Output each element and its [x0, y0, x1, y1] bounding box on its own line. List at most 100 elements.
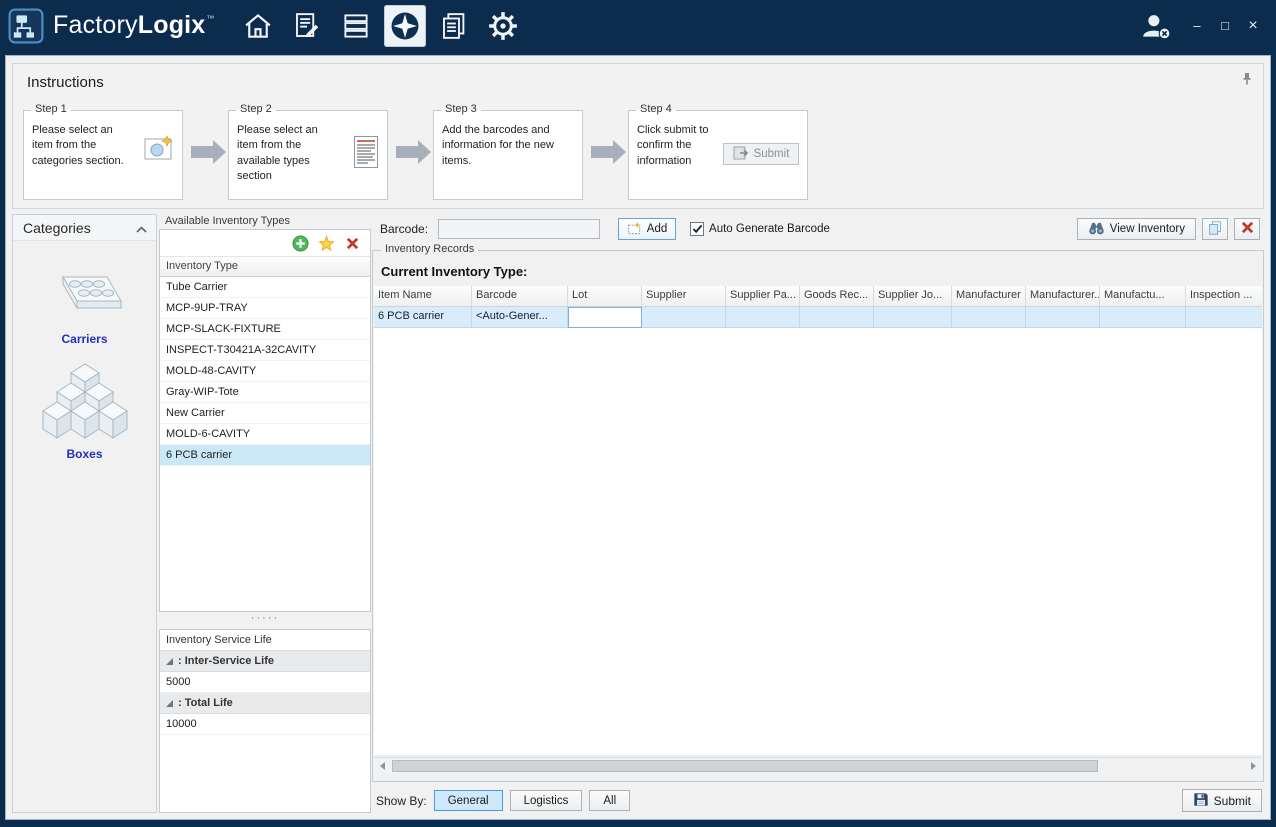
- copy-button[interactable]: [1202, 218, 1228, 240]
- types-toolbar: [160, 230, 370, 257]
- service-life-group-inter[interactable]: : Inter-Service Life: [160, 651, 370, 672]
- step-2-text: Please select an item from the available…: [237, 123, 331, 185]
- forms-icon[interactable]: [286, 5, 328, 47]
- records-grid: Item Name Barcode Lot Supplier Supplier …: [374, 286, 1262, 755]
- types-listbox: Inventory Type Tube Carrier MCP-9UP-TRAY…: [159, 229, 371, 612]
- column-header-lot[interactable]: Lot: [568, 286, 642, 306]
- category-carriers[interactable]: Carriers: [13, 267, 156, 346]
- cell-item-name[interactable]: 6 PCB carrier: [374, 307, 472, 328]
- scrollbar-thumb[interactable]: [392, 760, 1098, 772]
- close-button[interactable]: ×: [1240, 15, 1266, 37]
- service-life-total-value[interactable]: 10000: [160, 714, 370, 735]
- home-icon[interactable]: [237, 5, 279, 47]
- service-life-group-inter-label: : Inter-Service Life: [178, 655, 274, 667]
- pin-icon[interactable]: [1241, 72, 1253, 88]
- scroll-right-arrow-icon[interactable]: [1245, 758, 1262, 774]
- dispatch-compass-icon[interactable]: [384, 5, 426, 47]
- column-header-supplier-job[interactable]: Supplier Jo...: [874, 286, 952, 306]
- type-row[interactable]: MOLD-6-CAVITY: [160, 424, 370, 445]
- cell-inspection[interactable]: [1186, 307, 1262, 328]
- cell-manufacturer-2[interactable]: [1026, 307, 1100, 328]
- maximize-button[interactable]: □: [1212, 15, 1238, 37]
- horizontal-scrollbar[interactable]: [374, 757, 1262, 774]
- category-boxes[interactable]: Boxes: [13, 362, 156, 461]
- column-header-goods-received[interactable]: Goods Rec...: [800, 286, 874, 306]
- submit-button[interactable]: Submit: [1182, 789, 1262, 812]
- delete-record-button[interactable]: [1234, 218, 1260, 240]
- splitter-handle[interactable]: ·····: [159, 613, 371, 628]
- inventory-records-groupbox: Inventory Records Current Inventory Type…: [372, 250, 1264, 782]
- service-life-header[interactable]: Inventory Service Life: [160, 630, 370, 651]
- type-row[interactable]: Tube Carrier: [160, 277, 370, 298]
- type-row[interactable]: New Carrier: [160, 403, 370, 424]
- app-logo-icon: [8, 8, 44, 44]
- step-1-label: Step 1: [31, 103, 71, 115]
- type-row[interactable]: MOLD-48-CAVITY: [160, 361, 370, 382]
- service-life-group-total[interactable]: : Total Life: [160, 693, 370, 714]
- column-header-inspection[interactable]: Inspection ...: [1186, 286, 1262, 306]
- cell-supplier[interactable]: [642, 307, 726, 328]
- column-header-item-name[interactable]: Item Name: [374, 286, 472, 306]
- service-life-inter-value[interactable]: 5000: [160, 672, 370, 693]
- auto-generate-checkbox[interactable]: [690, 222, 704, 236]
- cell-supplier-job[interactable]: [874, 307, 952, 328]
- cell-goods-received[interactable]: [800, 307, 874, 328]
- cell-barcode[interactable]: <Auto-Gener...: [472, 307, 568, 328]
- collapse-chevron-icon[interactable]: [136, 220, 147, 236]
- boxes-stack-icon: [42, 362, 128, 443]
- show-by-all-button[interactable]: All: [589, 790, 630, 811]
- column-header-supplier[interactable]: Supplier: [642, 286, 726, 306]
- type-row[interactable]: INSPECT-T30421A-32CAVITY: [160, 340, 370, 361]
- inventory-stack-icon[interactable]: [335, 5, 377, 47]
- types-column-header[interactable]: Inventory Type: [160, 257, 370, 277]
- barcode-input[interactable]: [438, 219, 600, 239]
- titlebar: FactoryLogix™: [0, 0, 1276, 51]
- column-header-supplier-part[interactable]: Supplier Pa...: [726, 286, 800, 306]
- submit-label: Submit: [1214, 794, 1251, 808]
- type-row[interactable]: Gray-WIP-Tote: [160, 382, 370, 403]
- cell-lot[interactable]: [568, 307, 642, 328]
- cell-manufacturer[interactable]: [952, 307, 1026, 328]
- add-button[interactable]: Add: [618, 218, 676, 240]
- new-type-star-icon[interactable]: [317, 234, 335, 252]
- records-caption: Inventory Records: [381, 243, 478, 255]
- delete-type-icon[interactable]: [343, 234, 361, 252]
- record-row[interactable]: 6 PCB carrier <Auto-Gener...: [374, 307, 1262, 328]
- step-2-box: Step 2 Please select an item from the av…: [228, 110, 388, 200]
- column-header-manufactu[interactable]: Manufactu...: [1100, 286, 1186, 306]
- barcode-toolbar: Barcode: Add Auto Generate Barcode: [372, 214, 1264, 244]
- step-arrow-icon: [191, 146, 213, 158]
- step-3-label: Step 3: [441, 103, 481, 115]
- service-life-group-total-label: : Total Life: [178, 697, 233, 709]
- column-header-manufacturer[interactable]: Manufacturer: [952, 286, 1026, 306]
- inventory-types-panel: Available Inventory Types I: [159, 214, 372, 813]
- copy-pages-icon: [1207, 220, 1223, 239]
- step-1-box: Step 1 Please select an item from the ca…: [23, 110, 183, 200]
- show-by-logistics-button[interactable]: Logistics: [510, 790, 583, 811]
- type-row-selected[interactable]: 6 PCB carrier: [160, 445, 370, 466]
- type-row[interactable]: MCP-9UP-TRAY: [160, 298, 370, 319]
- user-status-icon[interactable]: [1140, 11, 1172, 41]
- settings-gear-icon[interactable]: [482, 5, 524, 47]
- cell-manufactu[interactable]: [1100, 307, 1186, 328]
- type-row[interactable]: MCP-SLACK-FIXTURE: [160, 319, 370, 340]
- app-title: FactoryLogix™: [53, 11, 215, 40]
- column-header-manufacturer-2[interactable]: Manufacturer...: [1026, 286, 1100, 306]
- view-inventory-button[interactable]: View Inventory: [1077, 218, 1196, 240]
- scroll-left-arrow-icon[interactable]: [374, 758, 391, 774]
- column-header-barcode[interactable]: Barcode: [472, 286, 568, 306]
- types-list-preview-icon: [353, 135, 379, 172]
- minimize-button[interactable]: –: [1184, 15, 1210, 37]
- auto-generate-label: Auto Generate Barcode: [709, 223, 830, 235]
- step-2-label: Step 2: [236, 103, 276, 115]
- instructions-title: Instructions: [27, 74, 104, 91]
- step-3-text: Add the barcodes and information for the…: [442, 123, 574, 169]
- add-type-icon[interactable]: [291, 234, 309, 252]
- documents-icon[interactable]: [433, 5, 475, 47]
- add-item-icon: [627, 221, 642, 238]
- cell-supplier-part[interactable]: [726, 307, 800, 328]
- show-by-general-button[interactable]: General: [434, 790, 503, 811]
- main-content: Instructions Step 1 Please select an ite…: [5, 55, 1271, 820]
- step-arrow-icon: [591, 146, 613, 158]
- step-submit-button[interactable]: Submit: [723, 143, 799, 165]
